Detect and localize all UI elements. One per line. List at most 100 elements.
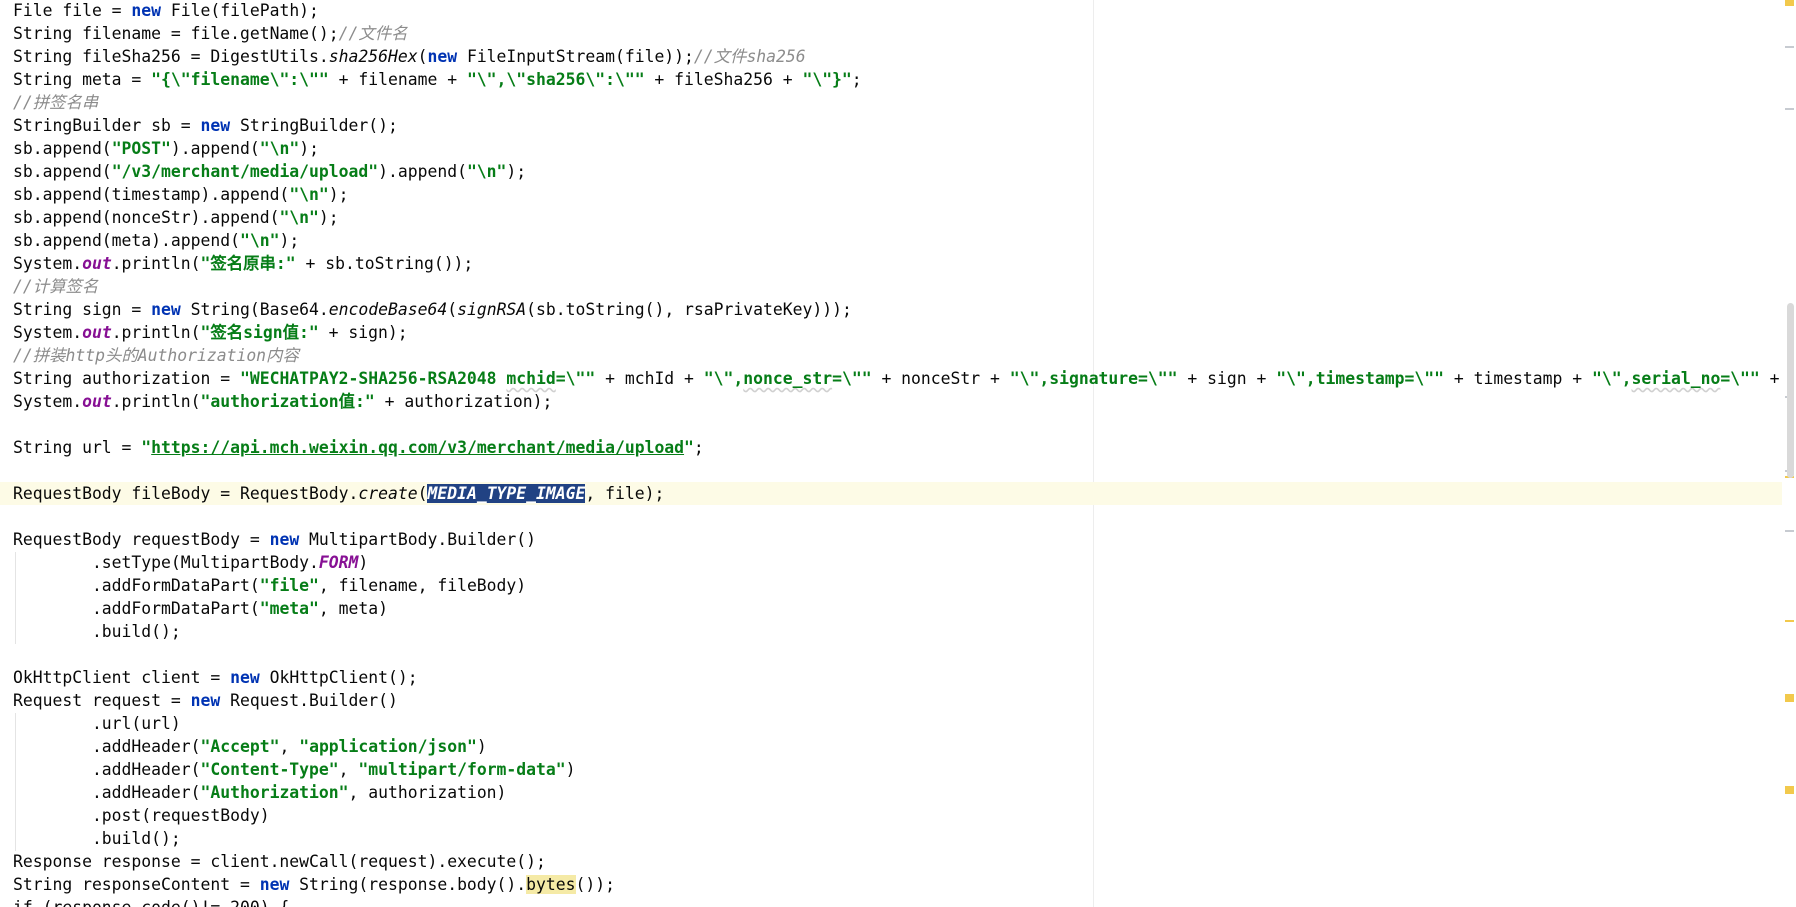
warning-marker[interactable] xyxy=(1785,620,1794,622)
string-token: "\", xyxy=(1276,369,1316,388)
code-line[interactable]: //拼装http头的Authorization内容 xyxy=(0,344,1796,367)
code-token: MultipartBody.Builder() xyxy=(299,530,537,549)
code-line[interactable]: String responseContent = new String(resp… xyxy=(0,873,1796,896)
code-token: , meta) xyxy=(318,599,388,618)
code-line[interactable]: StringBuilder sb = new StringBuilder(); xyxy=(0,114,1796,137)
static-field-token: out xyxy=(82,323,112,342)
static-field-token: out xyxy=(82,254,112,273)
code-line[interactable]: .addHeader("Content-Type", "multipart/fo… xyxy=(0,758,1796,781)
code-line[interactable] xyxy=(0,459,1796,482)
string-token: "authorization值:" xyxy=(200,392,375,411)
code-line[interactable]: .build(); xyxy=(0,620,1796,643)
code-line[interactable] xyxy=(0,413,1796,436)
string-token: =\"" xyxy=(1720,369,1760,388)
code-line[interactable]: .setType(MultipartBody.FORM) xyxy=(0,551,1796,574)
string-token: "meta" xyxy=(259,599,319,618)
code-line[interactable]: String sign = new String(Base64.encodeBa… xyxy=(0,298,1796,321)
code-line[interactable]: String url = "https://api.mch.weixin.qq.… xyxy=(0,436,1796,459)
code-lines[interactable]: File file = new File(filePath); String f… xyxy=(0,0,1796,907)
code-token: , xyxy=(338,760,359,779)
usage-highlight: bytes xyxy=(526,875,576,894)
code-token: .addFormDataPart( xyxy=(13,576,260,595)
code-token: System. xyxy=(13,392,83,411)
info-marker[interactable] xyxy=(1785,530,1794,532)
code-line[interactable]: if (response.code()!= 200) { xyxy=(0,896,1796,907)
info-marker[interactable] xyxy=(1785,46,1794,48)
keyword-token: new xyxy=(230,668,260,687)
code-line[interactable]: System.out.println("签名原串:" + sb.toString… xyxy=(0,252,1796,275)
code-token: String meta = xyxy=(13,70,152,89)
code-line[interactable]: //计算签名 xyxy=(0,275,1796,298)
code-token: ); xyxy=(299,139,319,158)
code-line[interactable]: .addFormDataPart("file", filename, fileB… xyxy=(0,574,1796,597)
code-token: + sb.toString()); xyxy=(295,254,474,273)
code-line[interactable]: Request request = new Request.Builder() xyxy=(0,689,1796,712)
code-editor[interactable]: File file = new File(filePath); String f… xyxy=(0,0,1796,907)
code-token: .println( xyxy=(111,392,201,411)
code-line[interactable]: String filename = file.getName();//文件名 xyxy=(0,22,1796,45)
code-token: .addFormDataPart( xyxy=(13,599,260,618)
code-line[interactable]: .build(); xyxy=(0,827,1796,850)
string-token: "multipart/form-data" xyxy=(358,760,566,779)
code-line[interactable]: .addHeader("Accept", "application/json") xyxy=(0,735,1796,758)
code-line[interactable]: System.out.println("authorization值:" + a… xyxy=(0,390,1796,413)
selected-text[interactable]: MEDIA_TYPE_IMAGE xyxy=(427,484,586,503)
warning-marker[interactable] xyxy=(1785,694,1794,702)
code-token: String fileSha256 = DigestUtils. xyxy=(13,47,329,66)
warning-marker[interactable] xyxy=(1785,0,1794,6)
code-token: + nonceStr + xyxy=(871,369,1010,388)
code-line[interactable]: .addHeader("Authorization", authorizatio… xyxy=(0,781,1796,804)
code-line[interactable]: .post(requestBody) xyxy=(0,804,1796,827)
warning-marker[interactable] xyxy=(1785,786,1794,794)
vertical-scrollbar-thumb[interactable] xyxy=(1787,303,1794,478)
code-line[interactable]: OkHttpClient client = new OkHttpClient()… xyxy=(0,666,1796,689)
static-field-token: out xyxy=(82,392,112,411)
code-line[interactable]: RequestBody requestBody = new MultipartB… xyxy=(0,528,1796,551)
code-token: .addHeader( xyxy=(13,783,201,802)
code-line[interactable]: Response response = client.newCall(reque… xyxy=(0,850,1796,873)
code-line[interactable]: sb.append("/v3/merchant/media/upload").a… xyxy=(0,160,1796,183)
code-token: ).append( xyxy=(378,162,467,181)
code-token: ); xyxy=(506,162,527,181)
code-line[interactable]: //拼签名串 xyxy=(0,91,1796,114)
string-token: "\n" xyxy=(279,208,319,227)
url-link[interactable]: https://api.mch.weixin.qq.com/v3/merchan… xyxy=(151,438,684,457)
string-token: nonce_str xyxy=(743,369,833,388)
code-token: System. xyxy=(13,323,83,342)
code-line[interactable]: sb.append(timestamp).append("\n"); xyxy=(0,183,1796,206)
code-line[interactable] xyxy=(0,643,1796,666)
string-token: "\", xyxy=(703,369,744,388)
code-line[interactable]: System.out.println("签名sign值:" + sign); xyxy=(0,321,1796,344)
string-token: " xyxy=(684,438,694,457)
string-token: serial_no xyxy=(1631,369,1721,388)
code-line[interactable]: .url(url) xyxy=(0,712,1796,735)
code-line[interactable]: String authorization = "WECHATPAY2-SHA25… xyxy=(0,367,1796,390)
info-marker[interactable] xyxy=(1785,108,1794,110)
code-token: FileInputStream(file)); xyxy=(457,47,694,66)
code-token: ( xyxy=(447,300,458,319)
code-line[interactable] xyxy=(0,505,1796,528)
code-token: String(Base64. xyxy=(180,300,329,319)
code-token: + mchId + xyxy=(595,369,704,388)
code-line[interactable]: String fileSha256 = DigestUtils.sha256He… xyxy=(0,45,1796,68)
current-line[interactable]: RequestBody fileBody = RequestBody.creat… xyxy=(0,482,1796,505)
code-token: ) xyxy=(358,553,369,572)
code-line[interactable]: .addFormDataPart("meta", meta) xyxy=(0,597,1796,620)
code-token: .addHeader( xyxy=(13,760,201,779)
code-line[interactable]: File file = new File(filePath); xyxy=(0,0,1796,22)
code-line[interactable]: sb.append("POST").append("\n"); xyxy=(0,137,1796,160)
string-token: "\"}" xyxy=(802,70,852,89)
code-line[interactable]: sb.append(nonceStr).append("\n"); xyxy=(0,206,1796,229)
code-token: RequestBody requestBody = xyxy=(13,530,270,549)
code-line[interactable]: String meta = "{\"filename\":\"" + filen… xyxy=(0,68,1796,91)
code-token: Response response = client.newCall(reque… xyxy=(13,852,546,871)
static-method-token: create xyxy=(358,484,418,503)
code-token: System. xyxy=(13,254,83,273)
code-token: File(filePath); xyxy=(161,1,319,20)
code-token: Request request = xyxy=(13,691,191,710)
code-line[interactable]: sb.append(meta).append("\n"); xyxy=(0,229,1796,252)
code-token: , file); xyxy=(585,484,665,503)
keyword-token: new xyxy=(427,47,458,66)
code-token: OkHttpClient client = xyxy=(13,668,231,687)
code-token: StringBuilder(); xyxy=(230,116,398,135)
